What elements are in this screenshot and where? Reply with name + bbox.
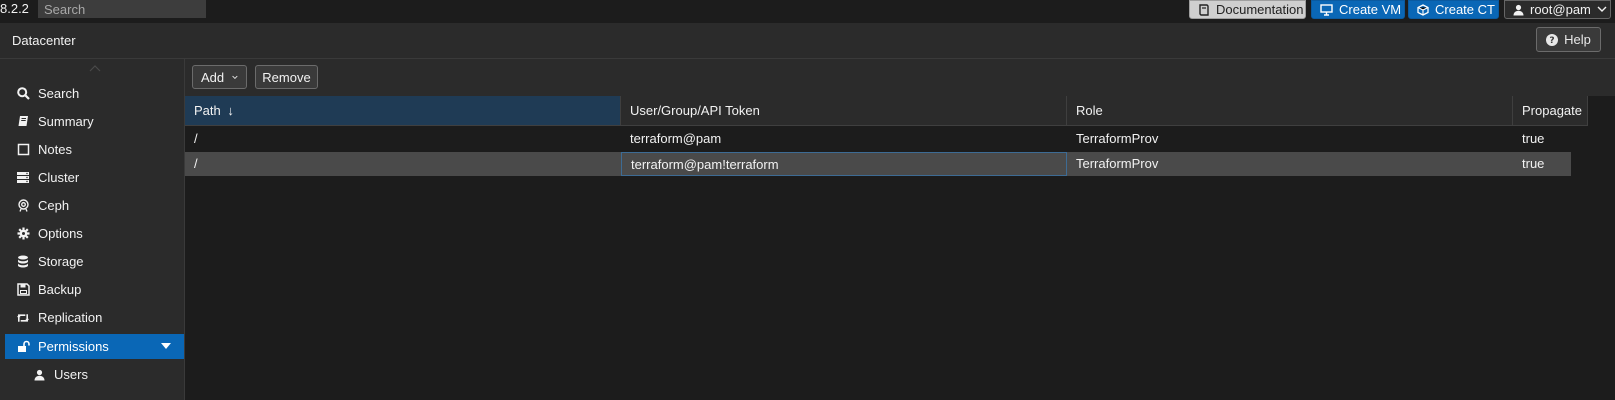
server-icon xyxy=(16,171,30,185)
user-menu-button[interactable]: root@pam xyxy=(1504,0,1611,19)
help-button[interactable]: ? Help xyxy=(1536,27,1601,52)
documentation-label: Documentation xyxy=(1216,2,1304,17)
sidebar-item-cluster[interactable]: Cluster xyxy=(5,165,184,190)
user-label: root@pam xyxy=(1530,2,1591,17)
column-header-label: Propagate xyxy=(1522,103,1582,118)
column-header-label: User/Group/API Token xyxy=(630,103,760,118)
column-header-label: Path xyxy=(194,103,221,118)
sidebar-item-label: Notes xyxy=(38,142,72,157)
column-header-role[interactable]: Role xyxy=(1067,96,1513,126)
cell-role: TerraformProv xyxy=(1076,131,1159,146)
table-row[interactable]: / terraform@pam TerraformProv true xyxy=(185,127,1571,151)
sort-arrow-icon: ↓ xyxy=(227,103,234,118)
sidebar-item-replication[interactable]: Replication xyxy=(5,305,184,330)
remove-button[interactable]: Remove xyxy=(255,65,318,89)
table-row[interactable]: / terraform@pam!terraform TerraformProv … xyxy=(185,152,1571,176)
column-header-path[interactable]: Path ↓ xyxy=(185,96,621,126)
cell-user: terraform@pam xyxy=(630,131,722,146)
add-button[interactable]: Add xyxy=(192,65,247,89)
sidebar-item-label: Ceph xyxy=(38,198,70,213)
version-label: 8.2.2 xyxy=(0,1,29,16)
retweet-icon xyxy=(16,311,30,325)
caret-down-icon[interactable] xyxy=(161,343,171,349)
create-vm-button[interactable]: Create VM xyxy=(1311,0,1405,19)
column-header-label: Role xyxy=(1076,103,1103,118)
sidebar-item-label: Summary xyxy=(38,114,94,129)
chevron-up-icon[interactable] xyxy=(89,65,101,72)
ceph-icon xyxy=(16,199,30,213)
column-header-propagate[interactable]: Propagate xyxy=(1513,96,1588,126)
chevron-down-icon xyxy=(232,75,238,79)
cell-propagate: true xyxy=(1522,131,1545,146)
sidebar-item-label: Permissions xyxy=(38,339,109,354)
sidebar-item-label: Backup xyxy=(38,282,82,297)
sidebar-item-storage[interactable]: Storage xyxy=(5,249,184,274)
page-title: Datacenter xyxy=(12,33,76,48)
sidebar-item-summary[interactable]: Summary xyxy=(5,109,184,134)
cell-path: / xyxy=(194,131,198,146)
book-icon xyxy=(1199,3,1209,16)
cell-role: TerraformProv xyxy=(1076,156,1159,171)
create-vm-label: Create VM xyxy=(1339,2,1402,17)
note-icon xyxy=(16,143,30,157)
question-circle-icon: ? xyxy=(1546,33,1559,46)
search-input[interactable] xyxy=(38,0,206,18)
remove-label: Remove xyxy=(262,69,311,85)
sidebar-item-notes[interactable]: Notes xyxy=(5,137,184,162)
sidebar-item-options[interactable]: Options xyxy=(5,221,184,246)
sidebar-item-label: Replication xyxy=(38,310,103,325)
cell-propagate: true xyxy=(1522,156,1545,171)
book-icon xyxy=(16,115,30,129)
sidebar-item-label: Search xyxy=(38,86,80,101)
sidebar-item-backup[interactable]: Backup xyxy=(5,277,184,302)
sidebar-item-users[interactable]: Users xyxy=(5,362,184,387)
floppy-icon xyxy=(16,283,30,297)
column-header-user[interactable]: User/Group/API Token xyxy=(621,96,1067,126)
sidebar-item-label: Storage xyxy=(38,254,84,269)
permissions-panel: Add Remove Path ↓ User/Group/API Token R… xyxy=(184,59,1615,400)
content-header: Datacenter ? Help xyxy=(0,23,1615,59)
sidebar: Search Summary Notes Cluster Ceph Option… xyxy=(0,59,184,400)
top-bar: 8.2.2 Documentation Create VM Create CT … xyxy=(0,0,1615,23)
create-ct-label: Create CT xyxy=(1435,2,1495,17)
cell-user: terraform@pam!terraform xyxy=(621,152,1067,176)
database-icon xyxy=(16,255,30,269)
sidebar-item-label: Options xyxy=(38,226,83,241)
cell-path: / xyxy=(194,156,198,171)
user-icon xyxy=(1513,4,1524,15)
gear-icon xyxy=(16,227,30,241)
cube-icon xyxy=(1417,3,1429,16)
create-ct-button[interactable]: Create CT xyxy=(1408,0,1499,19)
sidebar-item-permissions[interactable]: Permissions xyxy=(5,334,184,359)
chevron-down-icon xyxy=(1597,6,1607,12)
svg-text:?: ? xyxy=(1550,36,1555,46)
add-label: Add xyxy=(201,69,225,85)
sidebar-item-label: Users xyxy=(54,367,88,382)
documentation-button[interactable]: Documentation xyxy=(1189,0,1306,19)
user-icon xyxy=(32,368,46,382)
desktop-icon xyxy=(1320,3,1333,16)
sidebar-item-ceph[interactable]: Ceph xyxy=(5,193,184,218)
unlock-icon xyxy=(16,340,30,354)
sidebar-item-search[interactable]: Search xyxy=(5,81,184,106)
search-icon xyxy=(16,87,30,101)
sidebar-item-label: Cluster xyxy=(38,170,80,185)
toolbar: Add Remove xyxy=(185,59,1615,96)
help-label: Help xyxy=(1564,32,1591,47)
